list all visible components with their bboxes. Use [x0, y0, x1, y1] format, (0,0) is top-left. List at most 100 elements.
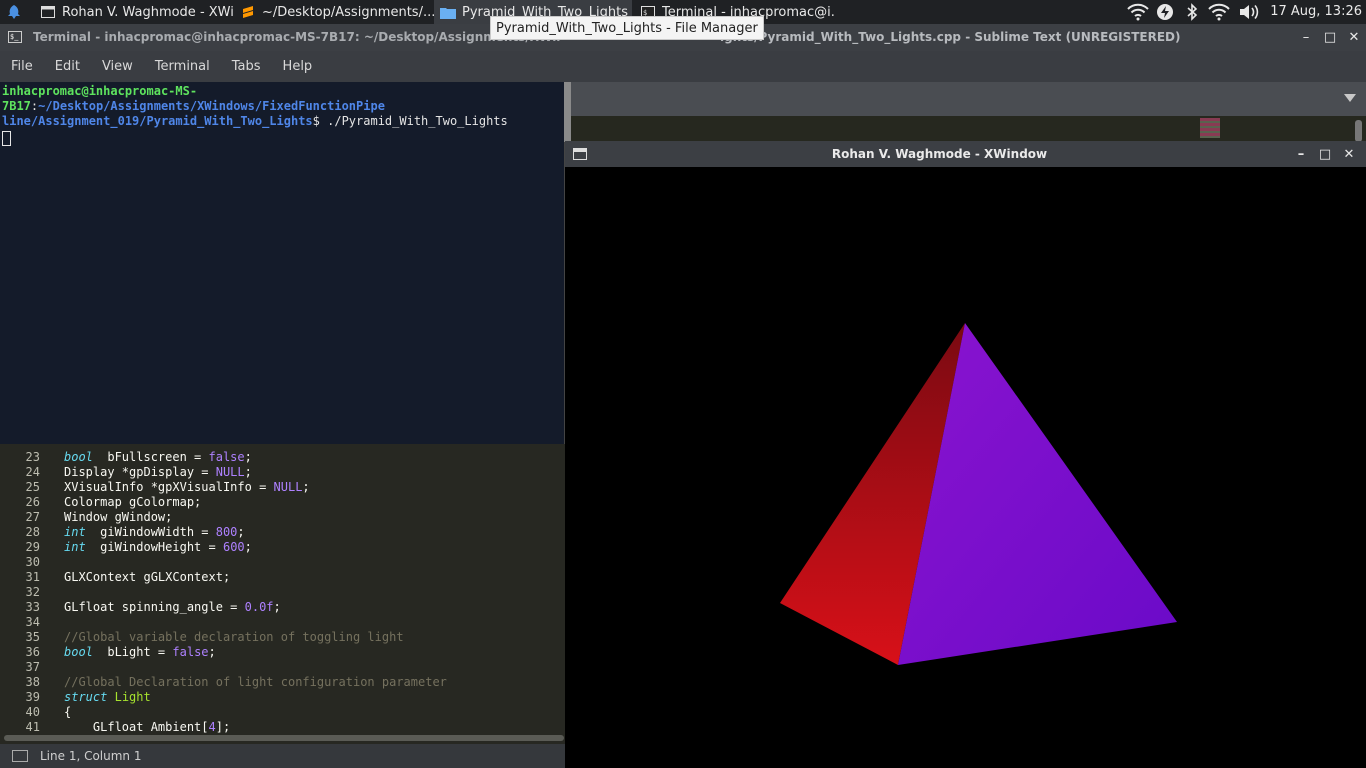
menu-edit[interactable]: Edit — [44, 51, 91, 82]
app-launcher-icon[interactable] — [6, 4, 22, 20]
line-number: 37 — [25, 660, 40, 674]
code-line[interactable]: 23 bool bFullscreen = false; — [0, 450, 565, 465]
window-icon — [40, 4, 56, 20]
code-line[interactable]: 30 — [0, 555, 565, 570]
code-line[interactable]: 36 bool bLight = false; — [0, 645, 565, 660]
code-token: 0.0f — [244, 600, 274, 614]
terminal-scrollbar[interactable] — [564, 82, 571, 142]
code-line[interactable]: 29 int giWindowHeight = 600; — [0, 540, 565, 555]
code-token: 800 — [215, 525, 238, 539]
code-line[interactable]: 41 GLfloat Ambient[4]; — [0, 720, 565, 735]
code-line[interactable]: 40 { — [0, 705, 565, 720]
menu-terminal[interactable]: Terminal — [144, 51, 221, 82]
terminal-command: $ ./Pyramid_With_Two_Lights — [312, 114, 508, 128]
line-text: //Global Declaration of light configurat… — [64, 675, 447, 690]
code-token: ]; — [215, 720, 231, 734]
folder-icon — [440, 4, 456, 20]
status-text: Line 1, Column 1 — [40, 749, 142, 763]
minimize-icon[interactable]: – — [1298, 29, 1314, 45]
maximize-icon[interactable]: □ — [1322, 29, 1338, 45]
code-line[interactable]: 35 //Global variable declaration of toggl… — [0, 630, 565, 645]
line-number: 31 — [25, 570, 40, 584]
terminal-icon: $_ — [8, 31, 22, 43]
menu-tabs[interactable]: Tabs — [221, 51, 272, 82]
code-line[interactable]: 24 Display *gpDisplay = NULL; — [0, 465, 565, 480]
sublime-icon — [240, 4, 256, 20]
code-line[interactable]: 34 — [0, 615, 565, 630]
chevron-down-icon[interactable] — [1344, 94, 1356, 102]
code-line[interactable]: 37 — [0, 660, 565, 675]
code-token: ; — [208, 645, 216, 659]
code-token: ; — [244, 465, 252, 479]
taskbar-task-xwindow[interactable]: Rohan V. Waghmode - XWi... — [34, 0, 234, 24]
code-line[interactable]: 33 GLfloat spinning_angle = 0.0f; — [0, 600, 565, 615]
sublime-editor-area[interactable] — [565, 116, 1366, 141]
task-label: Rohan V. Waghmode - XWi... — [62, 4, 234, 20]
maximize-icon[interactable]: □ — [1317, 146, 1333, 162]
line-number: 26 — [25, 495, 40, 509]
terminal-window: $_ Terminal - inhacpromac@inhacpromac-MS… — [0, 24, 571, 444]
line-text: GLXContext gGLXContext; — [64, 570, 230, 585]
code-token: //Global variable declaration of togglin… — [64, 630, 404, 644]
panel-toggle-icon[interactable] — [12, 750, 28, 762]
wifi-icon[interactable] — [1127, 3, 1149, 21]
xwindow-titlebar[interactable]: Rohan V. Waghmode - XWindow – □ ✕ — [565, 141, 1366, 167]
close-icon[interactable]: ✕ — [1346, 29, 1362, 45]
code-token: ; — [237, 525, 245, 539]
terminal-cursor — [2, 131, 11, 146]
line-text: XVisualInfo *gpXVisualInfo = NULL; — [64, 480, 310, 495]
code-line[interactable]: 32 — [0, 585, 565, 600]
code-token: bool — [64, 645, 93, 659]
line-text: //Global variable declaration of togglin… — [64, 630, 404, 645]
code-token: int — [64, 540, 86, 554]
volume-icon[interactable] — [1238, 3, 1260, 21]
code-token: bool — [64, 450, 93, 464]
code-line[interactable]: 31 GLXContext gGLXContext; — [0, 570, 565, 585]
tooltip: Pyramid_With_Two_Lights - File Manager — [490, 16, 764, 40]
clock[interactable]: 17 Aug, 13:26 — [1270, 0, 1362, 24]
menu-help[interactable]: Help — [272, 51, 324, 82]
code-token: ; — [273, 600, 281, 614]
power-icon[interactable] — [1156, 3, 1174, 21]
network-icon[interactable] — [1208, 3, 1230, 21]
menu-file[interactable]: File — [0, 51, 44, 82]
code-token: //Global Declaration of light configurat… — [64, 675, 447, 689]
prompt-line-1: inhacpromac@inhacpromac-MS-7B17:~/Deskto… — [2, 84, 565, 114]
terminal-output[interactable]: inhacpromac@inhacpromac-MS-7B17:~/Deskto… — [0, 82, 565, 444]
line-number: 32 — [25, 585, 40, 599]
minimize-icon[interactable]: – — [1293, 146, 1309, 162]
line-number: 36 — [25, 645, 40, 659]
line-text: { — [64, 705, 71, 720]
close-icon[interactable]: ✕ — [1341, 146, 1357, 162]
code-line[interactable]: 25 XVisualInfo *gpXVisualInfo = NULL; — [0, 480, 565, 495]
horizontal-scrollbar[interactable] — [4, 735, 564, 741]
code-token: Light — [114, 690, 151, 704]
code-line[interactable]: 27 Window gWindow; — [0, 510, 565, 525]
line-text: bool bFullscreen = false; — [64, 450, 252, 465]
code-token: Display *gpDisplay = — [64, 465, 216, 479]
sublime-tabbar — [565, 82, 1366, 116]
code-line[interactable]: 28 int giWindowWidth = 800; — [0, 525, 565, 540]
opengl-canvas[interactable] — [565, 167, 1366, 768]
terminal-titlebar[interactable]: $_ Terminal - inhacpromac@inhacpromac-MS… — [0, 24, 565, 51]
line-text: Window gWindow; — [64, 510, 172, 525]
code-editor[interactable]: 23 bool bFullscreen = false; 24 Display *gp… — [0, 444, 565, 744]
bluetooth-icon[interactable] — [1185, 3, 1199, 21]
xwindow-title: Rohan V. Waghmode - XWindow — [831, 147, 1048, 161]
line-text: Colormap gColormap; — [64, 495, 201, 510]
code-line[interactable]: 26 Colormap gColormap; — [0, 495, 565, 510]
code-line[interactable]: 39 struct Light — [0, 690, 565, 705]
line-number: 24 — [25, 465, 40, 479]
menu-view[interactable]: View — [91, 51, 144, 82]
line-text: GLfloat Ambient[4]; — [64, 720, 230, 735]
code-token: 600 — [222, 540, 245, 554]
minimap[interactable] — [1200, 118, 1220, 138]
line-text: int giWindowHeight = 600; — [64, 540, 252, 555]
scrollbar[interactable] — [1355, 120, 1362, 142]
code-token: bFullscreen = — [92, 450, 209, 464]
taskbar-task-sublime[interactable]: ~/Desktop/Assignments/... — [234, 0, 434, 24]
code-token: Colormap gColormap; — [64, 495, 202, 509]
code-token: XVisualInfo *gpXVisualInfo = — [64, 480, 274, 494]
xwindow: Rohan V. Waghmode - XWindow – □ ✕ — [565, 141, 1366, 768]
code-line[interactable]: 38 //Global Declaration of light configur… — [0, 675, 565, 690]
